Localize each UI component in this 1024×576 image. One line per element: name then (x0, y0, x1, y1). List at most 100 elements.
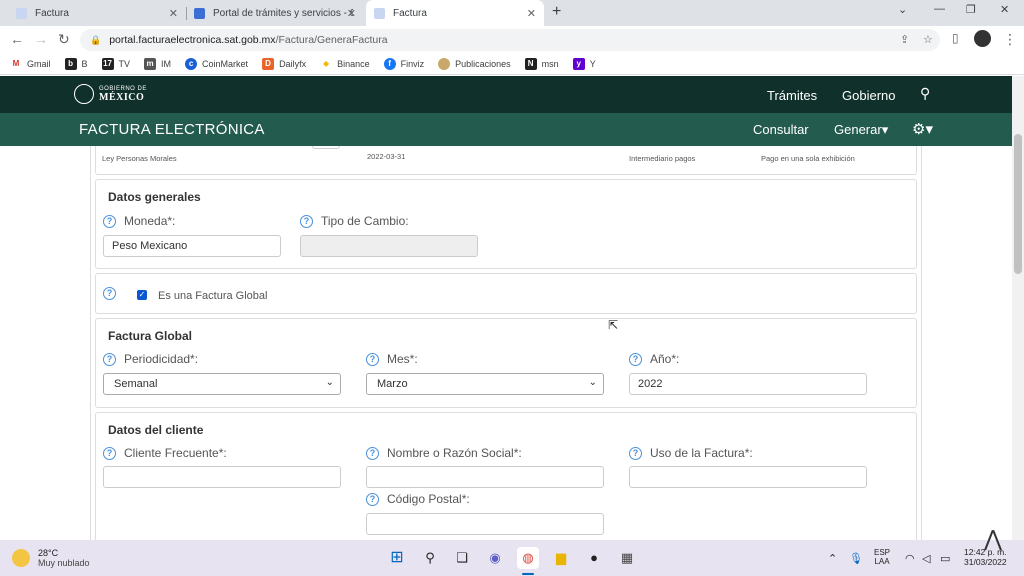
help-icon[interactable]: ? (366, 352, 379, 366)
chrome-icon[interactable]: ◍ (517, 547, 539, 569)
help-icon[interactable]: ? (103, 287, 116, 300)
bookmark-msn[interactable]: Nmsn (524, 57, 559, 70)
side-panel-icon[interactable]: ▯ (952, 31, 959, 45)
moneda-field[interactable]: Peso Mexicano (103, 235, 281, 257)
chevron-up-icon[interactable]: ⌃ (828, 552, 837, 565)
bookmark-label: msn (541, 58, 559, 69)
obs-icon[interactable]: ● (583, 547, 605, 569)
scrollbar-thumb[interactable] (1014, 134, 1022, 274)
help-icon[interactable]: ? (366, 446, 379, 460)
yahoo-icon: y (572, 57, 585, 70)
bookmark-star-icon[interactable]: ☆ (923, 33, 933, 46)
help-icon[interactable]: ? (629, 446, 642, 460)
menu-kebab-icon[interactable]: ⋮ (1003, 31, 1017, 48)
moneda-label: Moneda*: (124, 214, 176, 228)
search-icon[interactable]: ⚲ (419, 547, 441, 569)
razon-social-field[interactable] (366, 466, 604, 488)
temperature: 28°C (38, 548, 59, 558)
periodicidad-select[interactable]: Semanal ⌄ (103, 373, 341, 395)
gobierno-mexico-logo[interactable]: GOBIERNO DE MÉXICO (74, 84, 147, 104)
bookmark-gmail[interactable]: M Gmail (10, 57, 51, 70)
bookmarks-bar: M Gmail bB 17 TV m IM c CoinMarket D Dailyfx … (0, 53, 1024, 75)
bookmark-binance[interactable]: ◆ Binance (320, 57, 370, 70)
weather-widget[interactable]: 28°C Muy nublado (12, 548, 90, 568)
mes-select[interactable]: Marzo ⌄ (366, 373, 604, 395)
address-bar: ← → ↻ 🔒 portal.facturaelectronica.sat.go… (0, 26, 1024, 53)
tab-portal-tramites[interactable]: Portal de trámites y servicios - SA ✕ (186, 0, 364, 26)
close-tab-icon[interactable]: ✕ (347, 7, 356, 20)
factura-global-check-label: Es una Factura Global (158, 290, 268, 302)
factura-global-check-panel: ? ✓ Es una Factura Global (95, 273, 917, 314)
tipo-cambio-field[interactable] (300, 235, 478, 257)
restore-icon[interactable]: ❐ (966, 3, 976, 16)
bookmark-publicaciones[interactable]: Publicaciones (438, 57, 511, 70)
binance-icon: ◆ (320, 57, 333, 70)
bookmark-dailyfx[interactable]: D Dailyfx (262, 57, 306, 70)
tab-search-icon[interactable]: ⌄ (898, 3, 907, 16)
seal-icon (74, 84, 94, 104)
minimize-icon[interactable]: — (934, 3, 945, 15)
bookmark-im[interactable]: m IM (144, 57, 171, 70)
tab-factura-1[interactable]: Factura ✕ (8, 0, 187, 26)
help-icon[interactable]: ? (300, 214, 313, 228)
close-window-icon[interactable]: ✕ (1000, 3, 1009, 16)
factura-global-checkbox[interactable]: ✓ (137, 290, 147, 300)
codigo-postal-field[interactable] (366, 513, 604, 535)
os-taskbar: 28°C Muy nublado ⊞ ⚲ ❏ ◉ ◍ ▆ ● ▦ ⌃ 🎙 ESP… (0, 526, 1024, 576)
anio-field[interactable]: 2022 (629, 373, 867, 395)
tab-factura-active[interactable]: Factura ✕ (366, 0, 544, 26)
nav-generar-dropdown[interactable]: Generar▾ (834, 122, 888, 138)
new-tab-icon[interactable]: + (552, 3, 561, 21)
windows-start-icon[interactable]: ⊞ (386, 547, 408, 569)
profile-avatar[interactable] (974, 30, 991, 47)
file-explorer-icon[interactable]: ▆ (550, 547, 572, 569)
bookmark-b[interactable]: bB (64, 57, 88, 70)
search-icon[interactable]: ⚲ (920, 85, 930, 102)
logo-line2: MÉXICO (99, 91, 145, 103)
metodo-pago-value: Intermediario pagos (629, 154, 696, 163)
wifi-icon[interactable]: ◠ (905, 552, 915, 565)
tab-title: Factura (393, 7, 427, 19)
speaker-icon[interactable]: ◁ (922, 552, 930, 565)
microphone-icon[interactable]: 🎙 (849, 552, 863, 565)
close-tab-icon[interactable]: ✕ (527, 7, 536, 20)
mes-value: Marzo (377, 378, 408, 390)
language-indicator[interactable]: ESP LAA (874, 548, 890, 566)
url-field[interactable]: 🔒 portal.facturaelectronica.sat.gob.mx/F… (80, 29, 940, 51)
bookmark-label: Finviz (400, 58, 425, 69)
bookmark-y[interactable]: yY (572, 57, 596, 70)
dailyfx-icon: D (262, 57, 275, 70)
back-icon[interactable]: ← (10, 31, 24, 47)
calculator-icon[interactable]: ▦ (616, 547, 638, 569)
share-icon[interactable]: ⇪ (900, 33, 909, 46)
cliente-frecuente-field[interactable] (103, 466, 341, 488)
bookmark-label: B (81, 58, 88, 69)
section-title: Factura Global (108, 329, 193, 343)
cliente-frecuente-label: Cliente Frecuente*: (124, 446, 227, 460)
nav-tramites[interactable]: Trámites (767, 88, 817, 103)
lang-line1: ESP (874, 548, 891, 557)
chat-icon[interactable]: ◉ (484, 547, 506, 569)
help-icon[interactable]: ? (103, 446, 116, 460)
bookmark-finviz[interactable]: f Finviz (383, 57, 425, 70)
uso-factura-field[interactable] (629, 466, 867, 488)
bookmark-coinmarket[interactable]: c CoinMarket (185, 57, 248, 70)
battery-icon[interactable]: ▭ (940, 552, 950, 565)
gear-icon[interactable]: ⚙▾ (912, 120, 933, 138)
emisor-summary-panel: Ley Personas Morales 2022-03-31 Intermed… (95, 146, 917, 175)
msn-icon: N (524, 57, 537, 70)
chevron-down-icon: ⌄ (588, 377, 597, 388)
app-title[interactable]: FACTURA ELECTRÓNICA (79, 121, 265, 138)
nav-consultar[interactable]: Consultar (753, 122, 809, 137)
nav-gobierno[interactable]: Gobierno (842, 88, 895, 103)
truncated-control (312, 146, 340, 149)
forward-icon[interactable]: → (34, 31, 48, 47)
task-view-icon[interactable]: ❏ (451, 547, 473, 569)
bookmark-tv[interactable]: 17 TV (101, 57, 130, 70)
help-icon[interactable]: ? (629, 352, 642, 366)
close-tab-icon[interactable]: ✕ (169, 7, 178, 20)
help-icon[interactable]: ? (366, 492, 379, 506)
help-icon[interactable]: ? (103, 214, 116, 228)
reload-icon[interactable]: ↻ (58, 31, 70, 48)
help-icon[interactable]: ? (103, 352, 116, 366)
